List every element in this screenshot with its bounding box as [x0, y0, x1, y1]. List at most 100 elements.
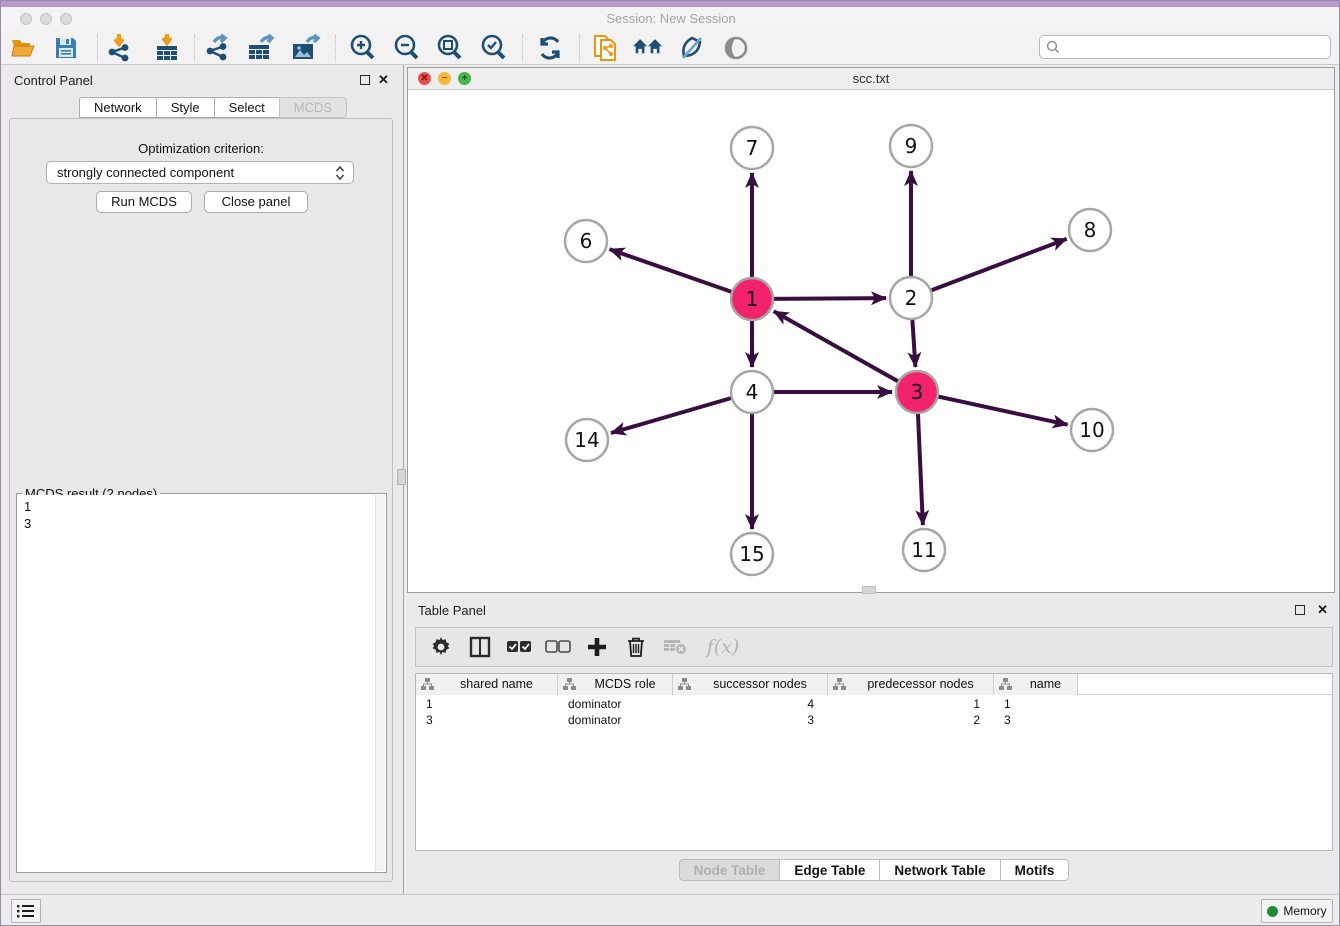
table-row[interactable]: 1dominator411	[416, 696, 1332, 712]
import-network-icon[interactable]	[104, 34, 134, 62]
zoom-selected-icon[interactable]	[479, 34, 509, 62]
column-header-label: MCDS role	[580, 677, 670, 691]
edge-2-8[interactable]	[927, 239, 1067, 292]
zoom-in-icon[interactable]	[348, 34, 378, 62]
delete-trash-icon[interactable]	[623, 634, 649, 660]
criterion-select[interactable]: strongly connected component	[46, 161, 354, 184]
network-window-titlebar[interactable]: ✕ − + scc.txt	[408, 68, 1334, 90]
float-panel-icon[interactable]	[360, 75, 370, 85]
column-header-label: predecessor nodes	[850, 677, 991, 691]
list-icon	[17, 904, 35, 918]
cell-MCDS-role[interactable]: dominator	[558, 696, 673, 712]
control-panel-tabs: NetworkStyleSelectMCDS	[79, 97, 347, 118]
edge-4-14[interactable]	[611, 397, 736, 433]
search-box[interactable]	[1039, 35, 1331, 59]
open-session-icon[interactable]	[9, 34, 39, 62]
node-label-3: 3	[911, 380, 924, 404]
column-header-successor-nodes[interactable]: successor nodes	[673, 674, 828, 695]
clone-network-icon[interactable]	[591, 34, 621, 62]
cell-successor-nodes[interactable]: 4	[673, 696, 828, 712]
export-network-icon[interactable]	[203, 34, 233, 62]
edge-1-2[interactable]	[769, 298, 886, 299]
export-image-icon[interactable]	[291, 34, 321, 62]
criterion-value: strongly connected component	[57, 165, 234, 180]
node-label-9: 9	[905, 134, 918, 158]
cell-predecessor-nodes[interactable]: 1	[828, 696, 994, 712]
cell-MCDS-role[interactable]: dominator	[558, 712, 673, 728]
cell-name[interactable]: 1	[994, 696, 1078, 712]
cell-successor-nodes[interactable]: 3	[673, 712, 828, 728]
node-label-1: 1	[746, 287, 759, 311]
import-table-icon[interactable]	[152, 34, 182, 62]
search-icon	[1046, 40, 1060, 54]
task-history-button[interactable]	[11, 899, 41, 923]
column-header-MCDS-role[interactable]: MCDS role	[558, 674, 673, 695]
add-icon[interactable]	[584, 634, 610, 660]
cell-shared-name[interactable]: 1	[416, 696, 558, 712]
zoom-fit-icon[interactable]	[435, 34, 465, 62]
tab-style[interactable]: Style	[156, 97, 214, 118]
titlebar: Session: New Session	[1, 7, 1340, 31]
select-stepper-icon	[335, 165, 345, 181]
tab-node-table[interactable]: Node Table	[679, 859, 780, 881]
node-label-10: 10	[1079, 418, 1104, 442]
network-canvas[interactable]: 7968124314101511	[408, 90, 1334, 592]
birds-eye-view-icon[interactable]	[721, 34, 751, 62]
column-header-label: shared name	[438, 677, 555, 691]
run-mcds-button[interactable]: Run MCDS	[96, 191, 192, 213]
table-close-panel-icon[interactable]: ✕	[1317, 604, 1328, 616]
column-header-shared-name[interactable]: shared name	[416, 674, 558, 695]
vertical-splitter-handle[interactable]	[397, 469, 406, 485]
table-panel: Table Panel ✕	[407, 595, 1340, 894]
home-icon[interactable]	[633, 34, 663, 62]
memory-label: Memory	[1283, 904, 1326, 918]
node-table[interactable]: shared name MCDS rolesuccessor nodes prede…	[415, 673, 1333, 851]
edge-2-3[interactable]	[912, 315, 915, 367]
edge-3-10[interactable]	[934, 396, 1068, 425]
column-header-name[interactable]: name	[994, 674, 1078, 695]
table-panel-title: Table Panel	[418, 603, 486, 618]
tab-motifs[interactable]: Motifs	[1000, 859, 1070, 881]
memory-status-icon	[1267, 906, 1278, 917]
mcds-result-text[interactable]: 1 3	[18, 495, 375, 871]
tab-network-table[interactable]: Network Table	[879, 859, 999, 881]
column-type-icon	[678, 678, 691, 691]
edge-3-1[interactable]	[774, 311, 902, 383]
edge-1-6[interactable]	[610, 249, 736, 293]
memory-button[interactable]: Memory	[1261, 899, 1333, 923]
mcds-panel: Optimization criterion: strongly connect…	[9, 118, 393, 882]
toolbar-separator	[522, 35, 523, 61]
show-graphics-details-icon[interactable]	[677, 34, 707, 62]
search-input[interactable]	[1064, 40, 1330, 54]
cell-predecessor-nodes[interactable]: 2	[828, 712, 994, 728]
zoom-out-icon[interactable]	[392, 34, 422, 62]
column-type-icon	[999, 678, 1012, 691]
network-graph[interactable]: 7968124314101511	[408, 90, 1334, 592]
close-panel-icon[interactable]: ✕	[378, 74, 389, 86]
tab-edge-table[interactable]: Edge Table	[779, 859, 879, 881]
settings-gear-icon[interactable]	[428, 634, 454, 660]
tab-mcds[interactable]: MCDS	[279, 97, 347, 118]
table-float-panel-icon[interactable]	[1295, 605, 1305, 615]
cell-shared-name[interactable]: 3	[416, 712, 558, 728]
tab-network[interactable]: Network	[79, 97, 156, 118]
edge-3-11[interactable]	[918, 409, 923, 525]
close-panel-button[interactable]: Close panel	[204, 191, 308, 213]
optimization-criterion-label: Optimization criterion:	[10, 141, 392, 156]
column-layout-icon[interactable]	[467, 634, 493, 660]
save-session-icon[interactable]	[51, 34, 81, 62]
table-row[interactable]: 3dominator323	[416, 712, 1332, 728]
horizontal-splitter-handle[interactable]	[862, 586, 876, 594]
control-panel-title: Control Panel	[14, 73, 93, 88]
refresh-icon[interactable]	[535, 34, 565, 62]
tab-select[interactable]: Select	[214, 97, 279, 118]
hide-columns-icon[interactable]	[545, 634, 571, 660]
mcds-result-scrollbar[interactable]	[375, 495, 385, 871]
column-type-icon	[833, 678, 846, 691]
column-header-predecessor-nodes[interactable]: predecessor nodes	[828, 674, 994, 695]
export-table-icon[interactable]	[247, 34, 277, 62]
toolbar-separator	[335, 35, 336, 61]
node-label-2: 2	[905, 286, 918, 310]
cell-name[interactable]: 3	[994, 712, 1078, 728]
show-columns-icon[interactable]	[506, 634, 532, 660]
